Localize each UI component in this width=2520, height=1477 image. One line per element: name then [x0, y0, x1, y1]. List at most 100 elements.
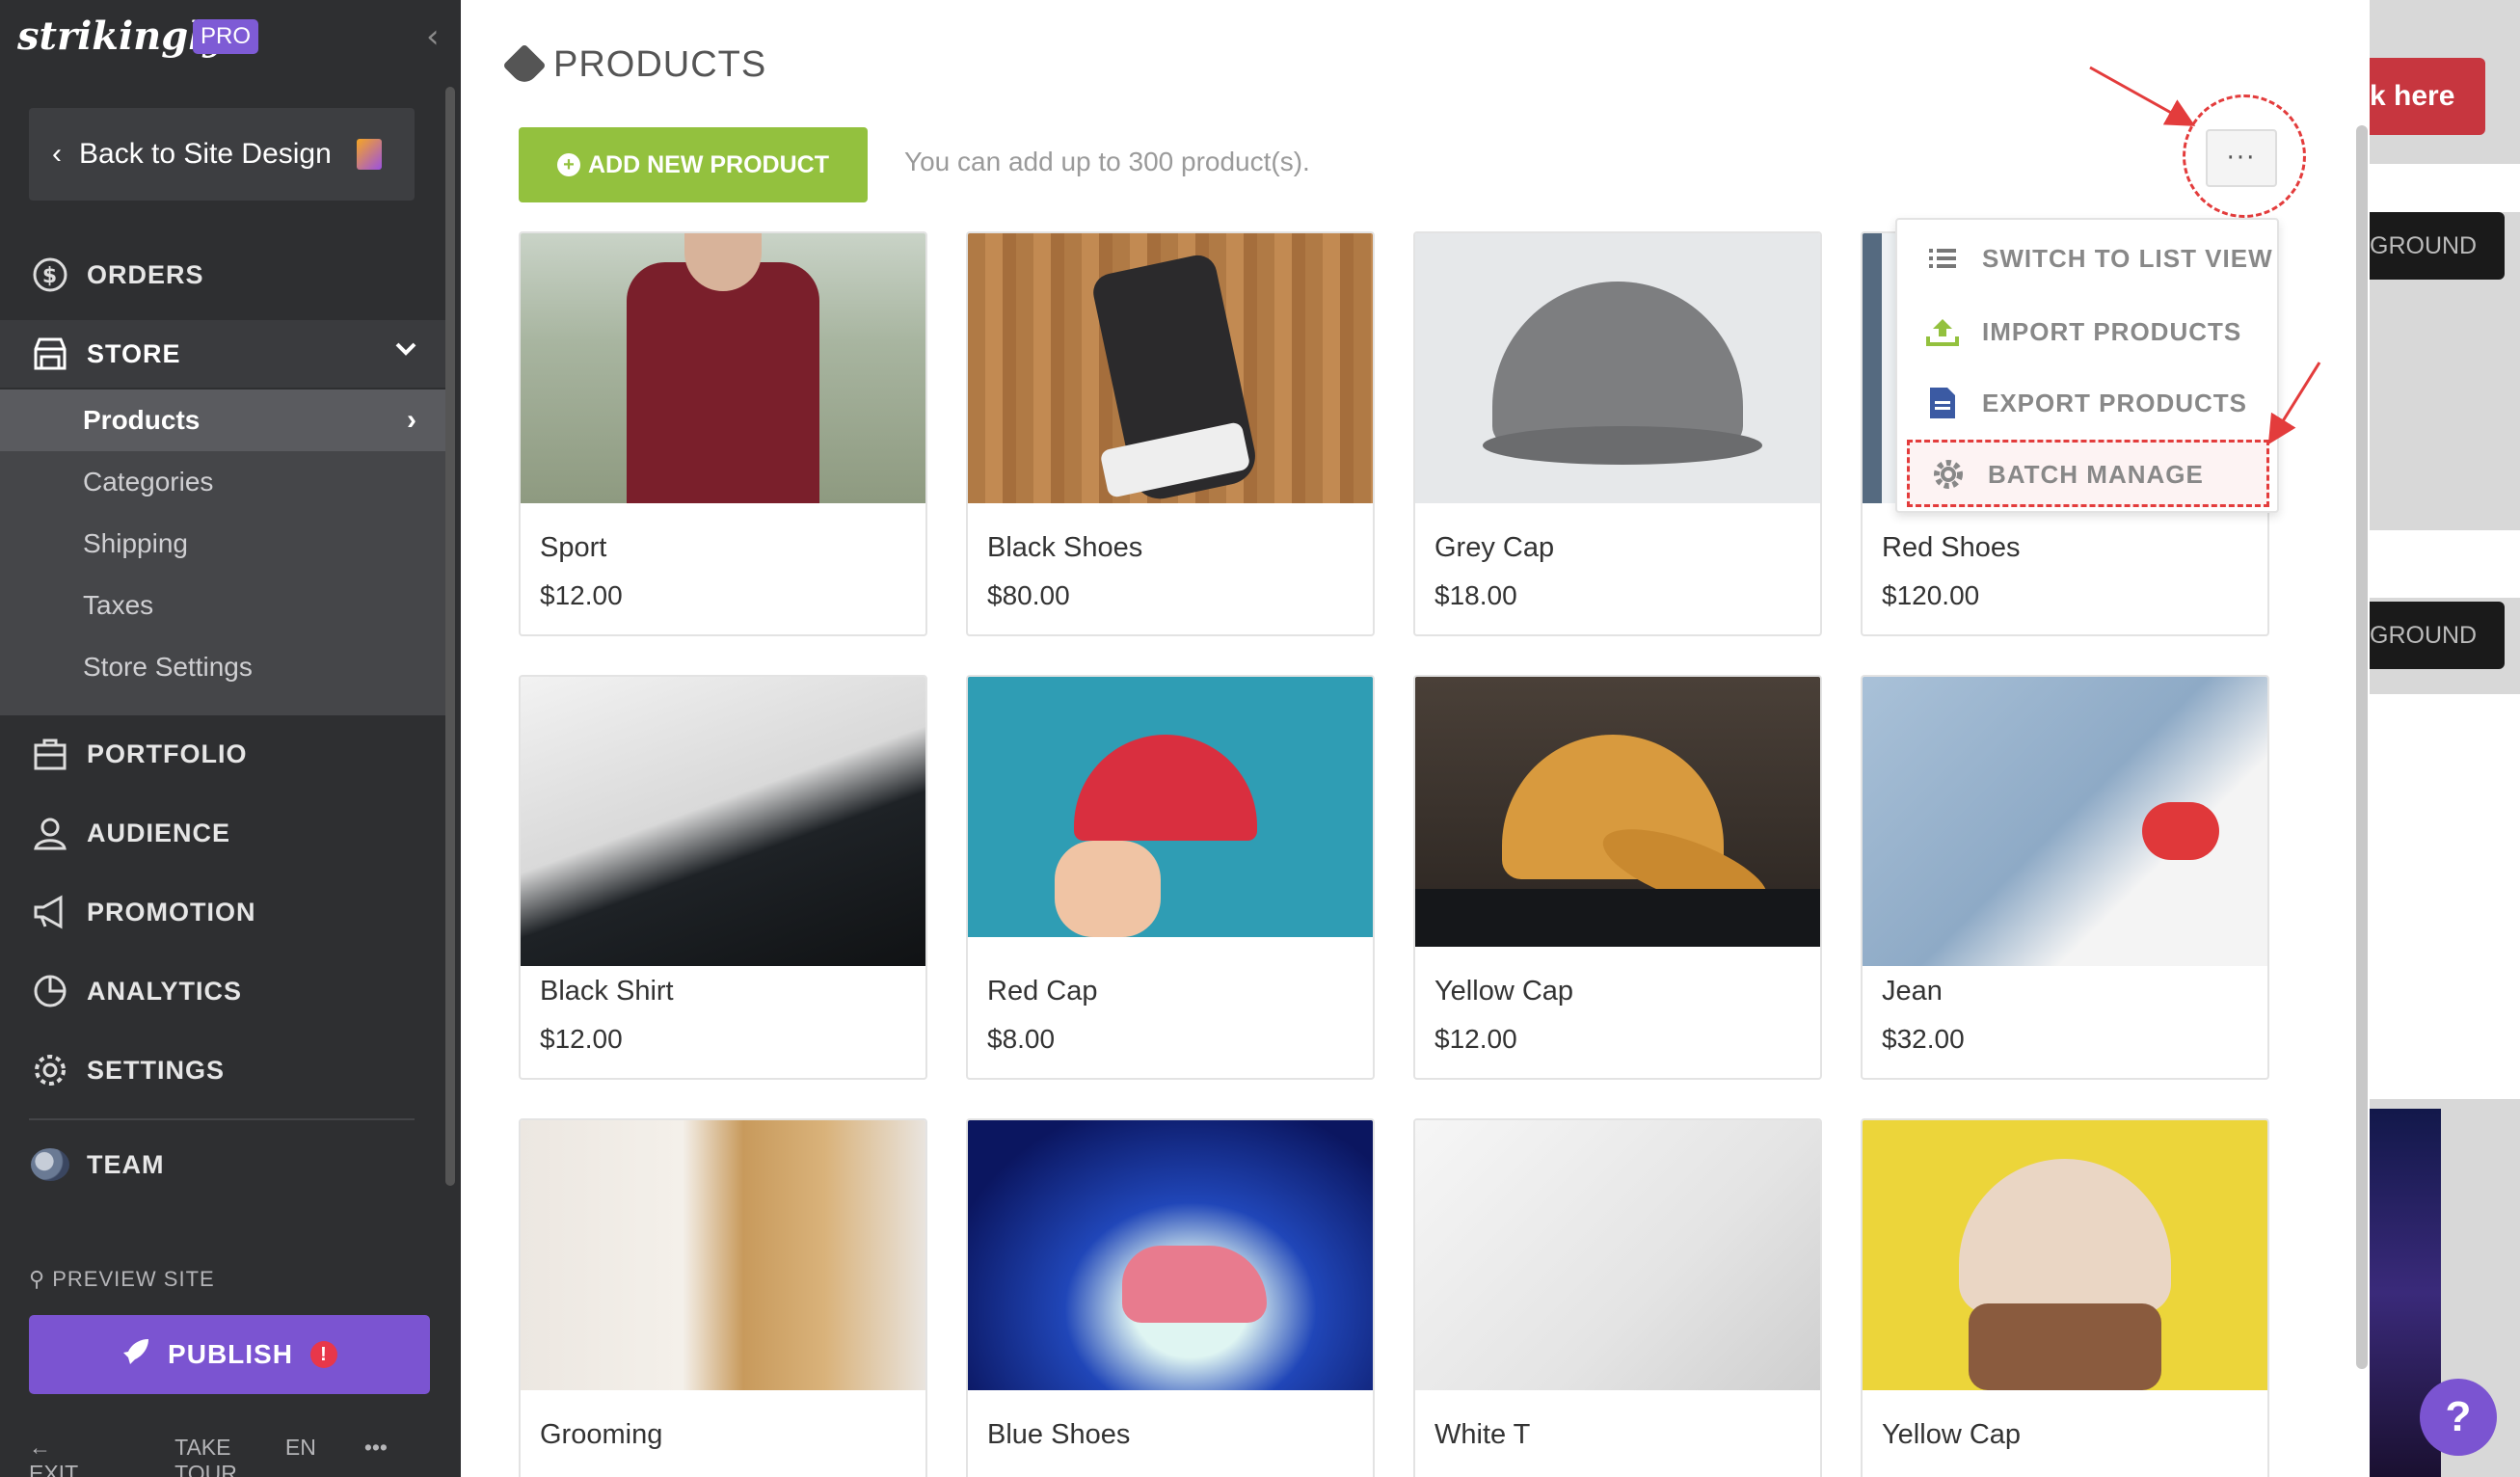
sub-item-label: Store Settings: [83, 652, 253, 682]
briefcase-icon: [31, 735, 69, 773]
product-name: Red Cap: [987, 976, 1098, 1007]
sub-item-label: Taxes: [83, 590, 154, 620]
import-products-item[interactable]: IMPORT PRODUCTS: [1897, 297, 2277, 366]
product-image: [1415, 677, 1820, 947]
nav-audience-label: AUDIENCE: [87, 818, 231, 847]
product-price: $8.00: [987, 1024, 1056, 1054]
publish-label: PUBLISH: [168, 1339, 293, 1369]
batch-manage-item[interactable]: BATCH MANAGE: [1897, 440, 2277, 509]
nav-orders[interactable]: $ ORDERS: [0, 241, 445, 309]
product-card[interactable]: Red Cap $8.00: [966, 675, 1375, 1080]
nav-settings[interactable]: SETTINGS: [0, 1036, 445, 1104]
product-card[interactable]: White T: [1413, 1118, 1822, 1477]
exit-link[interactable]: ← EXIT: [29, 1435, 126, 1477]
team-avatar: [31, 1145, 69, 1184]
sub-item-label: Shipping: [83, 528, 188, 558]
gear-icon: [31, 1051, 69, 1089]
product-card[interactable]: Blue Shoes: [966, 1118, 1375, 1477]
nav-analytics[interactable]: ANALYTICS: [0, 957, 445, 1025]
nav-team-label: TEAM: [87, 1149, 165, 1179]
sidebar-scrollbar[interactable]: [445, 87, 455, 1186]
product-card[interactable]: Yellow Cap: [1861, 1118, 2269, 1477]
product-name: Yellow Cap: [1882, 1419, 2022, 1450]
back-to-site-design-button[interactable]: ‹ Back to Site Design: [29, 108, 415, 201]
chevron-down-icon: [393, 336, 418, 367]
product-card[interactable]: Jean $32.00: [1861, 675, 2269, 1080]
chevron-left-icon: ‹: [52, 138, 62, 170]
upload-icon: [1926, 317, 1959, 346]
preview-site-link[interactable]: ⚲ PREVIEW SITE: [29, 1267, 215, 1292]
dropdown-label: BATCH MANAGE: [1988, 459, 2204, 489]
product-price: $12.00: [540, 1024, 623, 1054]
page-title-text: PRODUCTS: [553, 44, 767, 85]
product-image: [968, 233, 1373, 504]
nav-store[interactable]: STORE: [0, 320, 445, 388]
switch-to-list-view-item[interactable]: SWITCH TO LIST VIEW: [1897, 224, 2277, 293]
white-block: [2370, 694, 2520, 1099]
product-name: Sport: [540, 532, 607, 563]
document-icon: [356, 139, 382, 170]
more-footer-icon[interactable]: •••: [364, 1435, 388, 1477]
nav-portfolio[interactable]: PORTFOLIO: [0, 720, 445, 788]
collapse-sidebar-icon[interactable]: ‹: [426, 17, 440, 56]
plus-icon: +: [557, 153, 580, 176]
annotation-circle: [2183, 94, 2306, 218]
rocket-icon: [121, 1337, 150, 1373]
product-image: [521, 233, 925, 503]
nav-audience[interactable]: AUDIENCE: [0, 799, 445, 867]
store-icon: [31, 335, 69, 373]
product-name: Grooming: [540, 1419, 663, 1450]
sub-item-categories[interactable]: Categories: [0, 451, 445, 513]
main-scrollbar[interactable]: [2356, 125, 2368, 1369]
help-button[interactable]: ?: [2420, 1379, 2497, 1456]
preview-label: PREVIEW SITE: [52, 1267, 215, 1291]
store-submenu: Products › Categories Shipping Taxes Sto…: [0, 389, 445, 715]
product-image: [521, 677, 925, 966]
chevron-right-icon: ›: [407, 404, 416, 436]
warning-badge: !: [309, 1341, 337, 1368]
dropdown-label: SWITCH TO LIST VIEW: [1982, 243, 2273, 273]
sub-item-products[interactable]: Products ›: [0, 389, 445, 451]
divider: [29, 1118, 415, 1120]
publish-button[interactable]: PUBLISH !: [29, 1315, 430, 1394]
sidebar: strikingly PRO ‹ ‹ Back to Site Design $…: [0, 0, 461, 1477]
product-image: [968, 1120, 1373, 1390]
nav-promotion[interactable]: PROMOTION: [0, 878, 445, 946]
add-button-label: ADD NEW PRODUCT: [588, 150, 829, 178]
product-card[interactable]: Grey Cap $18.00: [1413, 231, 1822, 636]
more-options-dropdown: SWITCH TO LIST VIEW IMPORT PRODUCTS EXPO…: [1895, 218, 2279, 513]
product-name: Black Shirt: [540, 976, 674, 1007]
product-name: Red Shoes: [1882, 532, 2021, 563]
language-link[interactable]: EN: [285, 1435, 316, 1477]
click-here-button: k here: [2370, 58, 2485, 135]
add-new-product-button[interactable]: + ADD NEW PRODUCT: [519, 127, 868, 202]
product-limit-text: You can add up to 300 product(s).: [904, 147, 1310, 176]
product-name: White T: [1434, 1419, 1531, 1450]
product-name: Blue Shoes: [987, 1419, 1131, 1450]
pie-chart-icon: [31, 972, 69, 1010]
nav-team[interactable]: TEAM: [0, 1131, 445, 1198]
product-image: [1863, 1120, 2267, 1390]
site-preview-background: k here GROUND GROUND ?: [2370, 0, 2520, 1477]
product-price: $32.00: [1882, 1024, 1965, 1054]
product-card[interactable]: Sport $12.00: [519, 231, 927, 636]
sub-item-taxes[interactable]: Taxes: [0, 575, 445, 636]
list-icon: [1926, 247, 1959, 270]
product-name: Black Shoes: [987, 532, 1143, 563]
take-tour-link[interactable]: TAKE TOUR: [174, 1435, 237, 1477]
sub-item-store-settings[interactable]: Store Settings: [0, 636, 445, 698]
product-price: $18.00: [1434, 580, 1517, 610]
product-image: [521, 1120, 925, 1390]
product-card[interactable]: Black Shoes $80.00: [966, 231, 1375, 636]
product-card[interactable]: Grooming: [519, 1118, 927, 1477]
background-button-2: GROUND: [2370, 602, 2505, 669]
dollar-icon: $: [31, 255, 69, 294]
product-card[interactable]: Black Shirt $12.00: [519, 675, 927, 1080]
sub-item-shipping[interactable]: Shipping: [0, 513, 445, 575]
product-price: $12.00: [540, 580, 623, 610]
product-image: [1863, 677, 2267, 966]
document-icon: [1926, 388, 1959, 418]
product-card[interactable]: Yellow Cap $12.00: [1413, 675, 1822, 1080]
product-name: Yellow Cap: [1434, 976, 1574, 1007]
export-products-item[interactable]: EXPORT PRODUCTS: [1897, 368, 2277, 438]
